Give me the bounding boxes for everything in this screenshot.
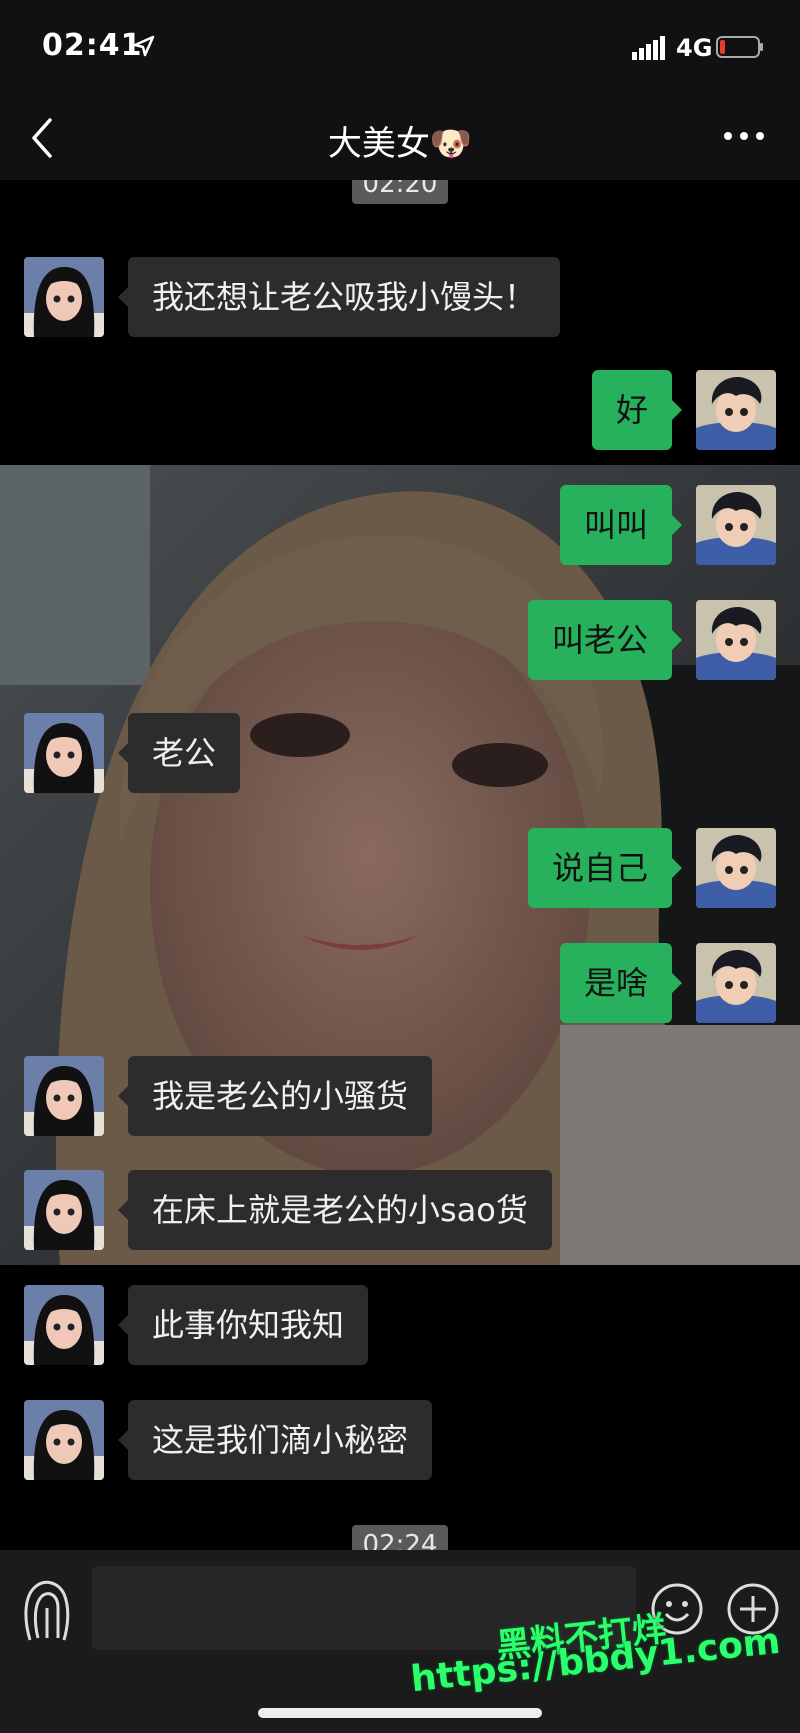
message-bubble-sent[interactable]: 是啥	[559, 943, 683, 1023]
network-type: 4G	[676, 34, 713, 62]
contact-avatar[interactable]	[24, 1400, 104, 1480]
location-arrow-icon	[133, 35, 155, 57]
chat-area[interactable]: 02:20 02:24 我还想让老公吸我小馒头！ 好 叫叫 叫老公 老公 说自己…	[0, 180, 800, 1550]
message-bubble-received[interactable]: 此事你知我知	[117, 1285, 369, 1365]
contact-avatar[interactable]	[24, 1056, 104, 1136]
contact-avatar[interactable]	[24, 257, 104, 337]
message-bubble-sent[interactable]: 叫叫	[559, 485, 683, 565]
signal-icon	[632, 36, 665, 60]
contact-avatar[interactable]	[24, 713, 104, 793]
message-bubble-received[interactable]: 这是我们滴小秘密	[117, 1400, 433, 1480]
contact-avatar[interactable]	[24, 1285, 104, 1365]
message-bubble-sent[interactable]: 好	[591, 370, 683, 450]
my-avatar[interactable]	[696, 485, 776, 565]
my-avatar[interactable]	[696, 600, 776, 680]
timestamp: 02:24	[352, 1525, 448, 1550]
contact-avatar[interactable]	[24, 1170, 104, 1250]
status-bar: 02:41 4G	[0, 0, 800, 96]
message-bubble-received[interactable]: 我还想让老公吸我小馒头！	[117, 257, 561, 337]
chat-header: 大美女🐶	[0, 96, 800, 180]
my-avatar[interactable]	[696, 828, 776, 908]
my-avatar[interactable]	[696, 370, 776, 450]
battery-low-icon	[716, 36, 763, 58]
status-time: 02:41	[42, 28, 143, 63]
message-bubble-received[interactable]: 在床上就是老公的小sao货	[118, 1170, 552, 1250]
message-bubble-sent[interactable]: 说自己	[527, 828, 683, 908]
my-avatar[interactable]	[696, 943, 776, 1023]
message-bubble-received[interactable]: 我是老公的小骚货	[117, 1056, 433, 1136]
message-bubble-sent[interactable]: 叫老公	[527, 600, 683, 680]
message-bubble-received[interactable]: 老公	[117, 713, 241, 793]
voice-icon[interactable]	[20, 1580, 74, 1642]
home-indicator[interactable]	[258, 1708, 542, 1718]
more-dots-icon[interactable]	[720, 126, 768, 146]
timestamp: 02:20	[352, 180, 448, 204]
chat-title: 大美女🐶	[327, 124, 473, 164]
